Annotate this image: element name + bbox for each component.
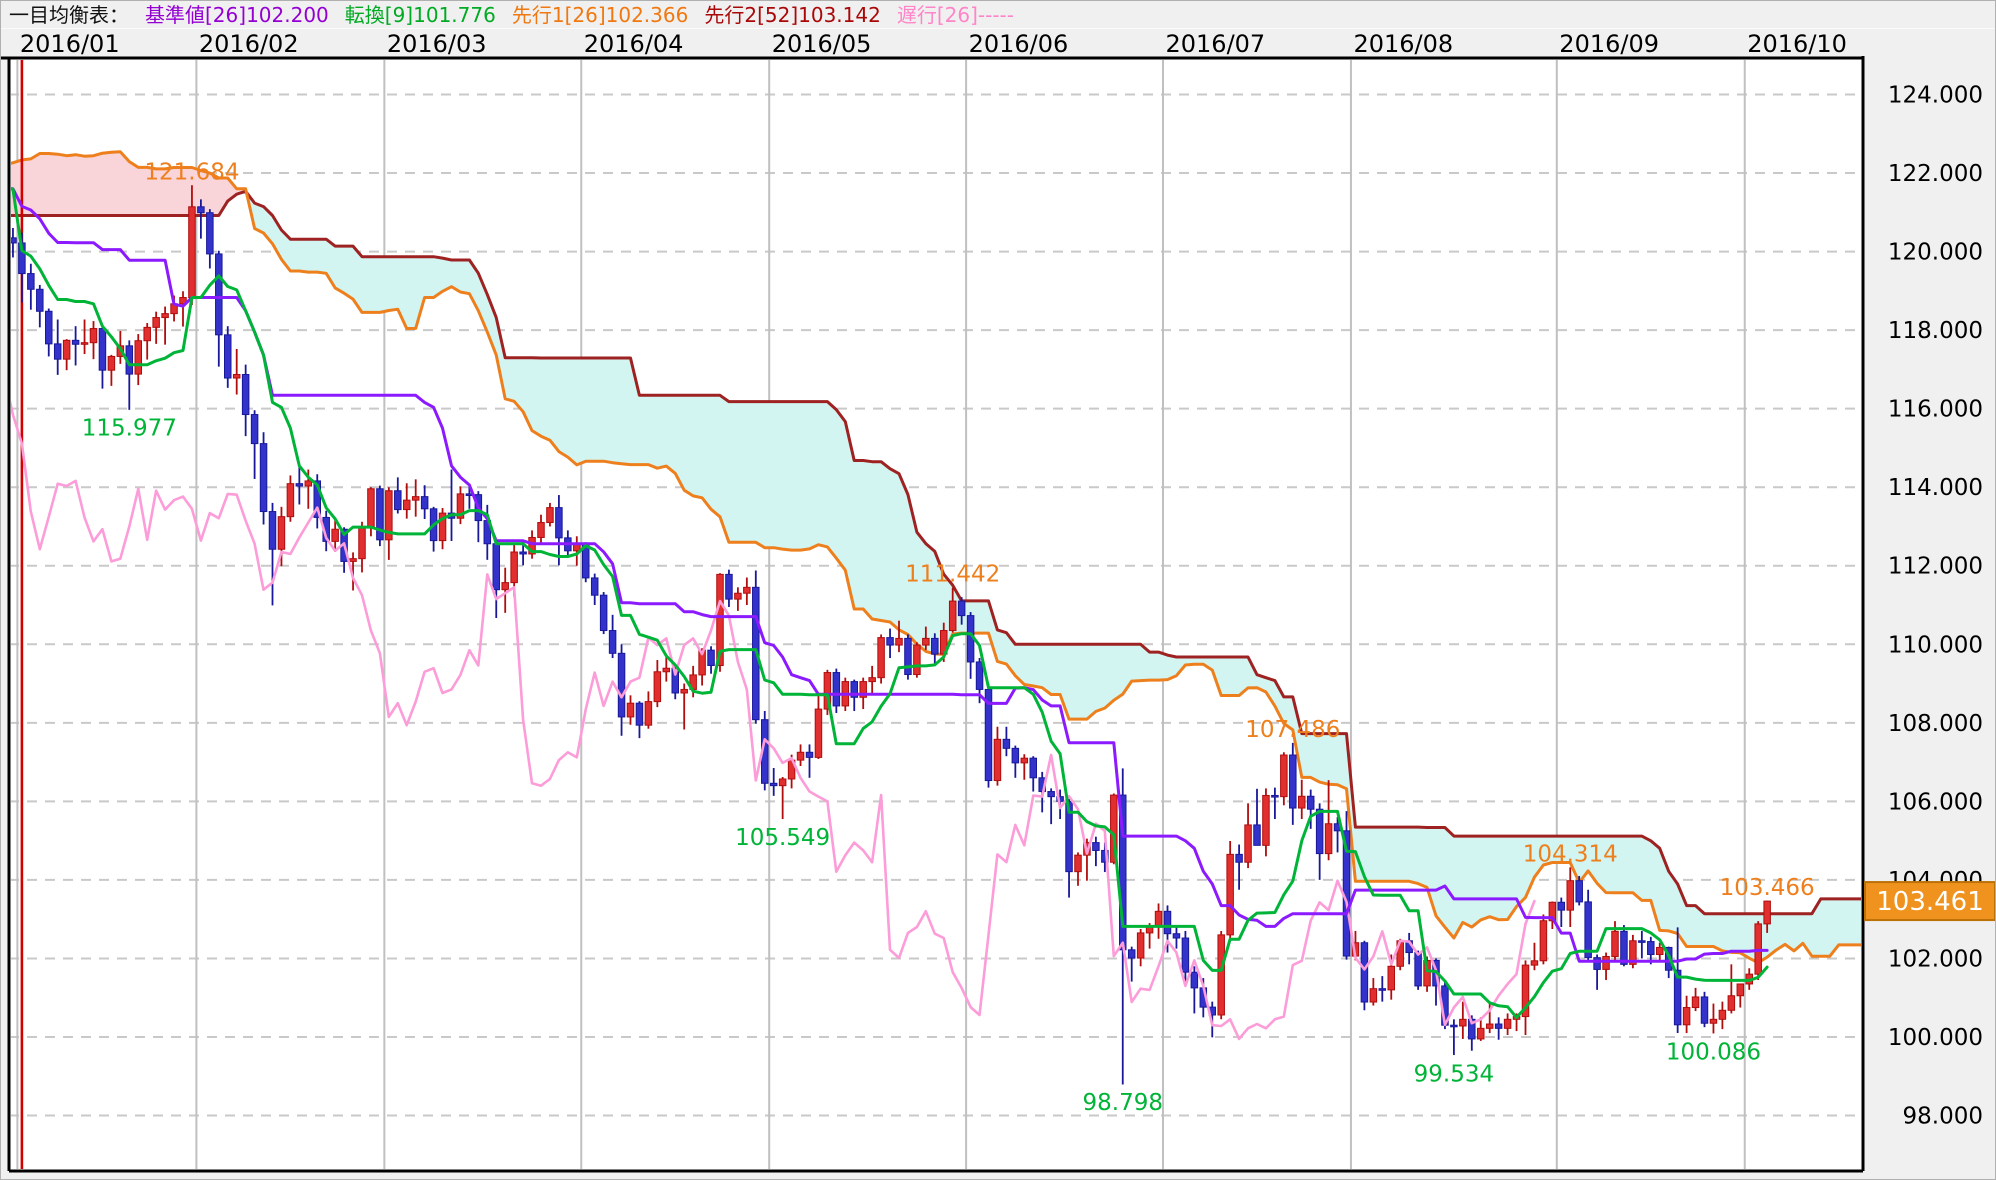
price-tick-label: 108.000 — [1888, 711, 1983, 737]
swing-high-label: 104.314 — [1523, 842, 1618, 868]
ichimoku-chart[interactable]: 121.684 115.977 111.442 105.549 107.486 98.79… — [1, 29, 1996, 1180]
senkou1-value-label: 先行1[26]102.366 — [512, 1, 689, 29]
month-label: 2016/02 — [199, 30, 299, 58]
price-tick-label: 98.000 — [1903, 1104, 1983, 1130]
price-tick-label: 122.000 — [1888, 161, 1983, 187]
swing-low-label: 115.977 — [82, 416, 177, 442]
month-label: 2016/05 — [772, 30, 872, 58]
chart-title: 一目均衡表： — [9, 1, 129, 29]
swing-low-label: 98.798 — [1083, 1090, 1163, 1116]
swing-low-label: 100.086 — [1666, 1040, 1761, 1066]
month-label: 2016/03 — [387, 30, 487, 58]
swing-high-label: 121.684 — [144, 159, 239, 185]
kijun-value-label: 基準値[26]102.200 — [145, 1, 329, 29]
swing-high-label: 111.442 — [905, 562, 1000, 588]
swing-high-label: 103.466 — [1720, 875, 1815, 901]
chart-window: 一目均衡表： 基準値[26]102.200 転換[9]101.776 先行1[2… — [0, 0, 1996, 1180]
price-tick-label: 116.000 — [1888, 397, 1983, 423]
swing-low-label: 105.549 — [735, 825, 830, 851]
month-label: 2016/04 — [584, 30, 684, 58]
month-label: 2016/01 — [20, 30, 120, 58]
indicator-header: 一目均衡表： 基準値[26]102.200 転換[9]101.776 先行1[2… — [1, 1, 1995, 29]
month-label: 2016/06 — [969, 30, 1069, 58]
price-tick-label: 112.000 — [1888, 554, 1983, 580]
price-tick-label: 120.000 — [1888, 240, 1983, 266]
price-tick-label: 102.000 — [1888, 946, 1983, 972]
tenkan-value-label: 転換[9]101.776 — [345, 1, 496, 29]
swing-low-label: 99.534 — [1414, 1061, 1494, 1087]
price-tick-label: 124.000 — [1888, 83, 1983, 109]
price-tick-label: 114.000 — [1888, 475, 1983, 501]
month-label: 2016/08 — [1353, 30, 1453, 58]
price-tick-label: 100.000 — [1888, 1025, 1983, 1051]
price-tick-label: 106.000 — [1888, 789, 1983, 815]
current-price-value: 103.461 — [1876, 887, 1984, 917]
chikou-value-label: 遅行[26]----- — [897, 1, 1014, 29]
price-tick-label: 110.000 — [1888, 632, 1983, 658]
senkou2-value-label: 先行2[52]103.142 — [704, 1, 881, 29]
month-label: 2016/09 — [1559, 30, 1659, 58]
price-tick-label: 118.000 — [1888, 318, 1983, 344]
price-badge: 103.461 — [1865, 882, 1995, 920]
swing-high-label: 107.486 — [1245, 717, 1340, 743]
month-label: 2016/07 — [1166, 30, 1266, 58]
month-label: 2016/10 — [1747, 30, 1847, 58]
